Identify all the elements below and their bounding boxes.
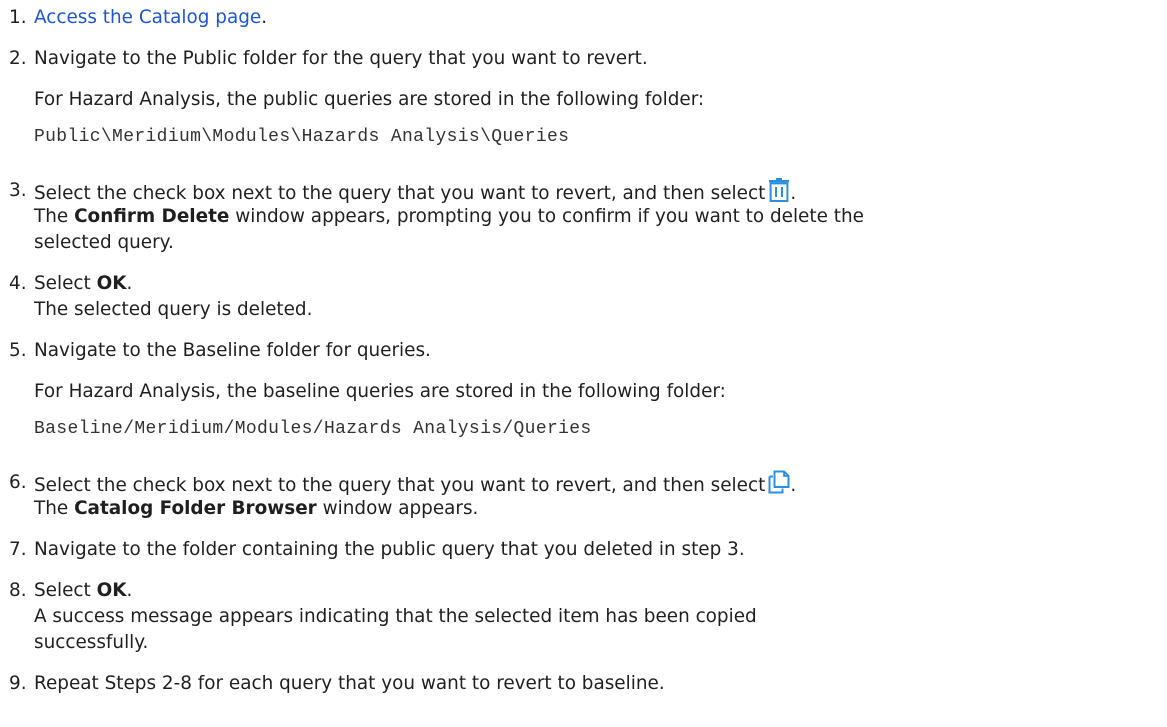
step-2-text: Navigate to the Public folder for the qu… [34, 48, 648, 69]
step-number: 8. [9, 580, 27, 601]
step-9-text: Repeat Steps 2-8 for each query that you… [34, 673, 665, 694]
step-7-text: Navigate to the folder containing the pu… [34, 539, 745, 560]
copy-icon [768, 470, 790, 494]
step-8-result: A success message appears indicating tha… [34, 606, 757, 627]
step-number: 3. [9, 180, 27, 201]
step-5-note: For Hazard Analysis, the baseline querie… [34, 381, 726, 402]
step-number: 6. [9, 472, 27, 493]
catalog-page-link[interactable]: Access the Catalog page [34, 7, 261, 28]
trash-icon [768, 178, 790, 202]
step-4-text: Select OK. [34, 273, 133, 294]
step-6-text: Select the check box next to the query t… [34, 470, 796, 496]
catalog-folder-browser-window-name: Catalog Folder Browser [74, 498, 317, 519]
step-6-result: The Catalog Folder Browser window appear… [34, 498, 479, 519]
step-3-text: Select the check box next to the query t… [34, 178, 796, 204]
step-number: 4. [9, 273, 27, 294]
step-number: 5. [9, 340, 27, 361]
public-folder-path: Public\Meridium\Modules\Hazards Analysis… [34, 127, 570, 147]
step-number: 1. [9, 7, 27, 28]
step-3-result: The Confirm Delete window appears, promp… [34, 206, 864, 227]
ok-button-name: OK [96, 273, 127, 294]
step-2-note: For Hazard Analysis, the public queries … [34, 89, 705, 110]
step-number: 2. [9, 48, 27, 69]
step-5-text: Navigate to the Baseline folder for quer… [34, 340, 431, 361]
confirm-delete-window-name: Confirm Delete [74, 206, 230, 227]
step-8-result-cont: successfully. [34, 632, 149, 653]
step-8-text: Select OK. [34, 580, 133, 601]
step-1-text: Access the Catalog page. [34, 7, 268, 28]
step-4-result: The selected query is deleted. [34, 299, 313, 320]
ok-button-name: OK [96, 580, 127, 601]
step-number: 9. [9, 673, 27, 694]
procedure-document: 1. Access the Catalog page. 2. Navigate … [0, 0, 1167, 727]
step-number: 7. [9, 539, 27, 560]
step-3-result-cont: selected query. [34, 232, 174, 253]
baseline-folder-path: Baseline/Meridium/Modules/Hazards Analys… [34, 419, 592, 439]
